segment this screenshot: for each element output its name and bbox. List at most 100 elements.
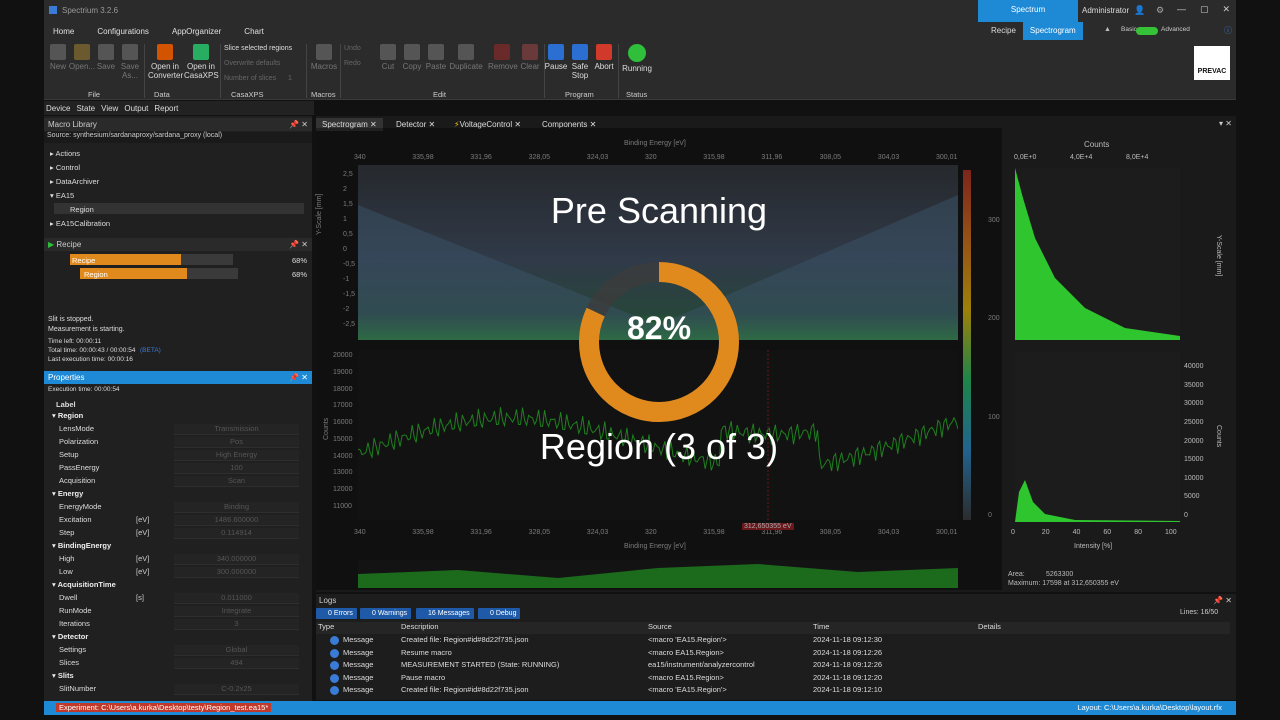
open-in-casaxps-button[interactable]: Open in CasaXPS bbox=[184, 44, 219, 80]
overwrite-defaults-checkbox[interactable]: Overwrite defaults bbox=[224, 60, 280, 67]
tree-item-control[interactable]: ▸ Control bbox=[50, 163, 80, 172]
layout-path[interactable]: Layout: C:\Users\a.kurka\Desktop\layout.… bbox=[1077, 703, 1222, 712]
property-value[interactable]: Global bbox=[174, 645, 299, 656]
col-time[interactable]: Time bbox=[813, 622, 829, 631]
recipe-row-label[interactable]: Recipe bbox=[72, 256, 95, 265]
property-group-region[interactable]: ▾ Region bbox=[52, 411, 83, 420]
log-source: ea15/instrument/analyzercontrol bbox=[648, 660, 755, 669]
macro-library-close-icon[interactable]: 📌 ✕ bbox=[289, 118, 308, 131]
property-value[interactable]: 0.114914 bbox=[174, 528, 299, 539]
macros-button[interactable]: Macros bbox=[310, 44, 338, 71]
open-in-converter-button[interactable]: Open in Converter bbox=[148, 44, 183, 80]
abort-button[interactable]: Abort bbox=[590, 44, 618, 71]
cut-button[interactable]: Cut bbox=[376, 44, 400, 71]
menu-output[interactable]: Output bbox=[124, 104, 148, 113]
menu-chart[interactable]: Chart bbox=[244, 27, 264, 36]
property-value[interactable]: Pos bbox=[174, 437, 299, 448]
col-source[interactable]: Source bbox=[648, 622, 672, 631]
table-row[interactable]: Message Created file: Region#id#8d22f735.… bbox=[316, 685, 1230, 697]
col-details[interactable]: Details bbox=[978, 622, 1001, 631]
remove-button[interactable]: Remove bbox=[488, 44, 518, 71]
user-name[interactable]: Administrator bbox=[1082, 6, 1129, 15]
property-row-setup: Setup High Energy bbox=[44, 450, 304, 463]
property-value[interactable]: C-0.2x25 bbox=[174, 684, 299, 695]
region-row-label[interactable]: Region bbox=[84, 270, 108, 279]
property-group-slits[interactable]: ▾ Slits bbox=[52, 671, 74, 680]
group-file: File bbox=[88, 90, 101, 99]
info-icon[interactable]: ⓘ bbox=[1224, 25, 1232, 36]
clear-button[interactable]: Clear bbox=[516, 44, 544, 71]
col-description[interactable]: Description bbox=[401, 622, 439, 631]
doc-area-menu-icon[interactable]: ▾ ✕ bbox=[1219, 119, 1232, 128]
recipe-title: Recipe bbox=[56, 240, 82, 249]
tab-recipe[interactable]: Recipe bbox=[984, 22, 1023, 40]
counts-profile-chart[interactable] bbox=[1015, 168, 1180, 340]
property-group-bindingenergy[interactable]: ▾ BindingEnergy bbox=[52, 541, 111, 550]
menu-configurations[interactable]: Configurations bbox=[97, 27, 149, 36]
mode-toggle[interactable] bbox=[1136, 27, 1158, 35]
experiment-path[interactable]: Experiment: C:\Users\a.kurka\Desktop\tes… bbox=[56, 703, 272, 712]
number-of-slices-input[interactable]: 1 bbox=[288, 75, 292, 82]
table-row[interactable]: Message Pause macro <macro EA15.Region> 202… bbox=[316, 673, 1230, 685]
property-value[interactable]: 494 bbox=[174, 658, 299, 669]
maximize-button[interactable]: ▢ bbox=[1200, 4, 1209, 15]
property-value[interactable]: 300.000000 bbox=[174, 567, 299, 578]
property-value[interactable]: 1486.600000 bbox=[174, 515, 299, 526]
recipe-close-icon[interactable]: 📌 ✕ bbox=[289, 238, 308, 251]
menu-home[interactable]: Home bbox=[53, 27, 74, 36]
property-value[interactable]: Integrate bbox=[174, 606, 299, 617]
counts-profile-svg bbox=[1015, 168, 1180, 340]
menu-state[interactable]: State bbox=[76, 104, 95, 113]
menu-view[interactable]: View bbox=[101, 104, 118, 113]
property-value[interactable]: High Energy bbox=[174, 450, 299, 461]
property-value[interactable]: Transmission bbox=[174, 424, 299, 435]
tab-spectrogram[interactable]: Spectrogram bbox=[1022, 22, 1083, 40]
messages-filter[interactable]: 16 Messages bbox=[416, 608, 474, 619]
save-as-button[interactable]: Save As... bbox=[116, 44, 144, 80]
property-group-energy[interactable]: ▾ Energy bbox=[52, 489, 83, 498]
table-row[interactable]: Message Resume macro <macro EA15.Region> 20… bbox=[316, 648, 1230, 660]
logs-close-icon[interactable]: 📌 ✕ bbox=[1213, 596, 1232, 605]
macro-source-select[interactable]: Source: synthesium/sardanaproxy/sardana_… bbox=[44, 132, 312, 143]
property-value[interactable]: 100 bbox=[174, 463, 299, 474]
basic-label: Basic bbox=[1121, 26, 1137, 33]
property-value[interactable]: Binding bbox=[174, 502, 299, 513]
col-type[interactable]: Type bbox=[318, 622, 334, 631]
minimize-button[interactable]: — bbox=[1177, 4, 1186, 15]
collapse-ribbon-icon[interactable]: ▲ bbox=[1104, 26, 1111, 33]
property-value[interactable]: 0.011000 bbox=[174, 593, 299, 604]
paste-button[interactable]: Paste bbox=[424, 44, 448, 71]
menu-device[interactable]: Device bbox=[46, 104, 70, 113]
warnings-filter[interactable]: 0 Warnings bbox=[360, 608, 412, 619]
property-group-detector[interactable]: ▾ Detector bbox=[52, 632, 88, 641]
debug-filter[interactable]: 0 Debug bbox=[478, 608, 521, 619]
tree-item-ea15calibration[interactable]: ▸ EA15Calibration bbox=[50, 219, 110, 228]
property-value[interactable]: Scan bbox=[174, 476, 299, 487]
property-value[interactable]: 340.000000 bbox=[174, 554, 299, 565]
slice-regions-checkbox[interactable]: Slice selected regions bbox=[224, 45, 292, 52]
tree-item-actions[interactable]: ▸ Actions bbox=[50, 149, 80, 158]
table-row[interactable]: Message MEASUREMENT STARTED (State: RUNNI… bbox=[316, 660, 1230, 672]
tree-item-dataarchiver[interactable]: ▸ DataArchiver bbox=[50, 177, 99, 186]
duplicate-button[interactable]: Duplicate bbox=[448, 44, 484, 71]
properties-header: Properties 📌 ✕ bbox=[44, 371, 312, 384]
log-source: <macro 'EA15.Region'> bbox=[648, 635, 727, 644]
undo-button[interactable]: Undo bbox=[344, 45, 361, 52]
property-value[interactable]: 3 bbox=[174, 619, 299, 630]
table-row[interactable]: Message Created file: Region#id#8d22f735.… bbox=[316, 635, 1230, 647]
intensity-y-tick: 15000 bbox=[1184, 456, 1204, 464]
menu-report[interactable]: Report bbox=[154, 104, 178, 113]
property-row-step: Step [eV] 0.114914 bbox=[44, 528, 304, 541]
copy-button[interactable]: Copy bbox=[400, 44, 424, 71]
tree-item-ea15[interactable]: ▾ EA15 bbox=[50, 191, 74, 200]
properties-close-icon[interactable]: 📌 ✕ bbox=[289, 371, 308, 384]
property-group-acquisitiontime[interactable]: ▾ AcquisitionTime bbox=[52, 580, 116, 589]
settings-icon[interactable]: ⚙ bbox=[1156, 5, 1164, 16]
menu-apporganizer[interactable]: AppOrganizer bbox=[172, 27, 221, 36]
intensity-histogram[interactable] bbox=[1015, 352, 1180, 522]
close-button[interactable]: ✕ bbox=[1222, 4, 1230, 15]
redo-button[interactable]: Redo bbox=[344, 60, 361, 67]
errors-filter[interactable]: 0 Errors bbox=[316, 608, 357, 619]
running-status-button[interactable]: Running bbox=[622, 44, 652, 73]
tree-item-region[interactable]: Region bbox=[70, 205, 94, 214]
